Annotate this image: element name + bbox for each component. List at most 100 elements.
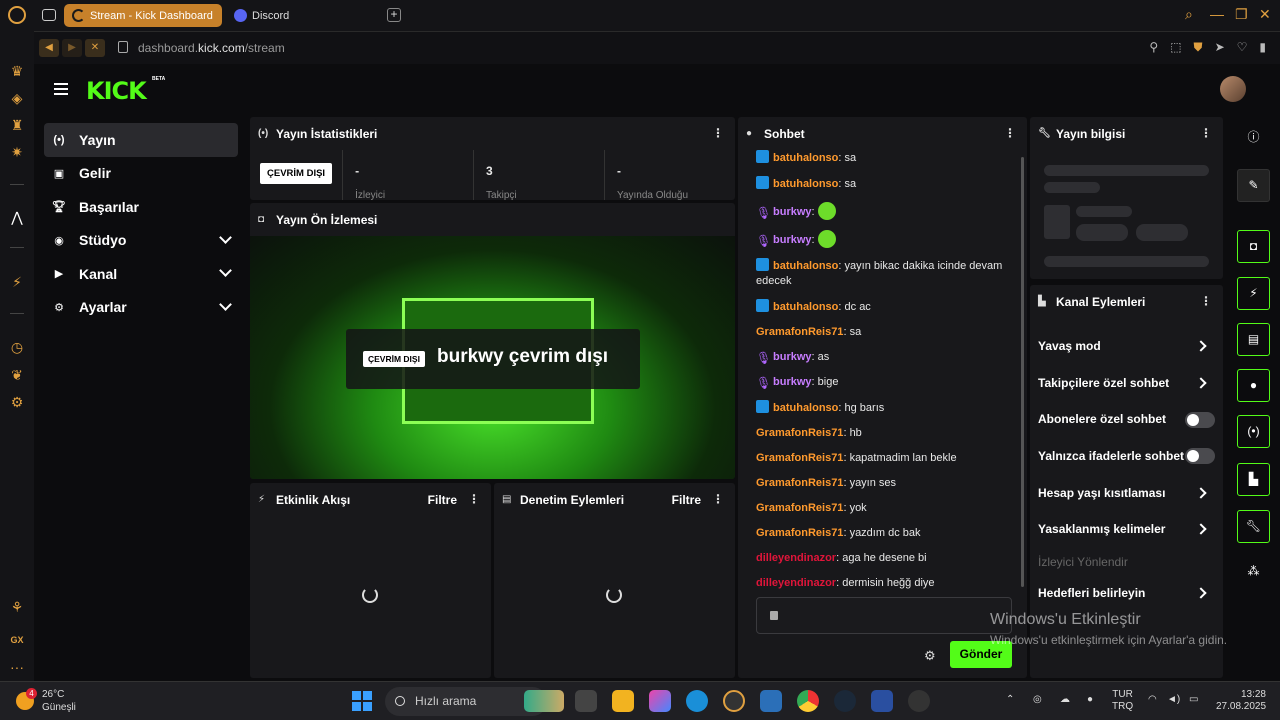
screenshot-icon[interactable]: ⬚: [1170, 40, 1181, 55]
chat-message[interactable]: batuhalonso: sa: [756, 176, 1016, 192]
emotes-only-toggle[interactable]: [1185, 448, 1215, 464]
reload-button[interactable]: ✕: [85, 39, 105, 57]
more-icon[interactable]: ···: [9, 659, 25, 675]
opera-gx-icon[interactable]: [723, 690, 745, 712]
chat-username[interactable]: dilleyendinazor: [756, 577, 836, 589]
app-icon[interactable]: [871, 690, 893, 712]
sidebar-app-icon[interactable]: ⋀: [9, 209, 25, 225]
chat-username[interactable]: burkwy: [773, 206, 812, 218]
chat-message[interactable]: 🎙︎ burkwy: as: [756, 350, 1016, 365]
chevron-up-icon[interactable]: ⌃: [1006, 694, 1014, 706]
chat-message[interactable]: batuhalonso: dc ac: [756, 299, 1016, 315]
filter-button[interactable]: Filtre: [672, 493, 701, 507]
chat-username[interactable]: batuhalonso: [773, 402, 838, 414]
sidebar-item-studyo[interactable]: ◉ Stüdyo: [44, 224, 238, 258]
wifi-icon[interactable]: ◠: [1148, 694, 1157, 706]
chat-input[interactable]: [756, 597, 1012, 634]
chat-username[interactable]: burkwy: [773, 376, 812, 388]
kick-logo[interactable]: KICK: [86, 77, 147, 105]
close-icon[interactable]: ✕: [1259, 6, 1271, 23]
chat-message[interactable]: GramafonReis71: yazdım dc bak: [756, 526, 1016, 541]
more-options-icon[interactable]: ⋮: [712, 126, 724, 140]
more-options-icon[interactable]: ⋮: [1004, 126, 1016, 140]
sidebar-app-icon[interactable]: ⚘: [9, 599, 25, 615]
restore-icon[interactable]: ❐: [1235, 6, 1248, 23]
pin-icon[interactable]: ⚲: [1149, 40, 1158, 55]
chat-message[interactable]: GramafonReis71: sa: [756, 325, 1016, 340]
action-account-age[interactable]: Hesap yaşı kısıtlaması: [1038, 486, 1208, 500]
scrollbar[interactable]: [1021, 157, 1024, 587]
chat-message[interactable]: batuhalonso: hg barıs: [756, 400, 1016, 416]
chat-message[interactable]: GramafonReis71: hb: [756, 426, 1016, 441]
gx-icon[interactable]: GX: [9, 632, 25, 648]
sidebar-item-basarilar[interactable]: 🏆︎ Başarılar: [44, 190, 238, 224]
copilot-icon[interactable]: [649, 690, 671, 712]
cloud-icon[interactable]: ☁: [1060, 694, 1070, 706]
avatar[interactable]: [1220, 76, 1246, 102]
sidebar-app-icon[interactable]: ◈: [9, 90, 25, 106]
chat-username[interactable]: batuhalonso: [773, 301, 838, 313]
chat-username[interactable]: burkwy: [773, 234, 812, 246]
chat-username[interactable]: GramafonReis71: [756, 452, 843, 464]
wrench-icon[interactable]: 🔧︎: [1237, 510, 1270, 543]
chat-username[interactable]: batuhalonso: [773, 178, 838, 190]
sidebar-app-icon[interactable]: ◷: [9, 339, 25, 355]
action-followers-only[interactable]: Takipçilere özel sohbet: [1038, 376, 1208, 390]
edge-icon[interactable]: [686, 690, 708, 712]
widget-image[interactable]: [524, 690, 564, 712]
chat-username[interactable]: burkwy: [773, 351, 812, 363]
tab-kick-dashboard[interactable]: Stream - Kick Dashboard: [64, 4, 222, 27]
camera-icon[interactable]: ◘: [1237, 230, 1270, 263]
volume-icon[interactable]: ◄): [1167, 694, 1180, 706]
heart-icon[interactable]: ♡: [1237, 40, 1248, 55]
action-set-goals[interactable]: Hedefleri belirleyin: [1038, 586, 1208, 600]
start-button[interactable]: [352, 691, 372, 711]
taskbar-search[interactable]: Hızlı arama: [385, 687, 547, 716]
scatter-icon[interactable]: ⁂: [1237, 556, 1270, 589]
more-options-icon[interactable]: ⋮: [712, 492, 724, 506]
layout-icon[interactable]: ▙: [1237, 463, 1270, 496]
action-emotes-only[interactable]: Yalnızca ifadelerle sohbet: [1038, 449, 1208, 463]
gear-icon[interactable]: ⚙: [924, 648, 936, 664]
chat-message[interactable]: GramafonReis71: yok: [756, 501, 1016, 516]
subscribers-only-toggle[interactable]: [1185, 412, 1215, 428]
shield-icon[interactable]: ⛊: [1194, 40, 1203, 55]
sidebar-item-yayin[interactable]: (•) Yayın: [44, 123, 238, 157]
sidebar-app-icon[interactable]: ❦: [9, 367, 25, 383]
tab-island-icon[interactable]: [42, 9, 56, 21]
action-subscribers-only[interactable]: Abonelere özel sohbet: [1038, 412, 1208, 426]
action-banned-words[interactable]: Yasaklanmış kelimeler: [1038, 522, 1208, 536]
chat-message-list[interactable]: batuhalonso: sa batuhalonso: sa 🎙︎ burkwy: …: [756, 150, 1016, 601]
clock[interactable]: 13:28 27.08.2025: [1216, 689, 1266, 713]
more-options-icon[interactable]: ⋮: [468, 492, 480, 506]
broadcast-icon[interactable]: (•): [1237, 415, 1270, 448]
app-icon[interactable]: [908, 690, 930, 712]
app-tray-icon[interactable]: ◎: [1033, 694, 1042, 706]
chat-icon[interactable]: ●: [1237, 369, 1270, 402]
sidebar-app-icon[interactable]: ⚡: [9, 274, 25, 290]
task-view-icon[interactable]: [575, 690, 597, 712]
search-icon[interactable]: ⌕: [1185, 6, 1193, 23]
chat-message[interactable]: 🎙︎ burkwy:: [756, 230, 1016, 248]
chat-username[interactable]: GramafonReis71: [756, 527, 843, 539]
sidebar-app-icon[interactable]: ✷: [9, 144, 25, 160]
sidebar-item-ayarlar[interactable]: ⚙ Ayarlar: [44, 291, 238, 325]
weather-widget[interactable]: 4 26°C Güneşli: [16, 688, 76, 714]
stream-preview[interactable]: ÇEVRİM DIŞI burkwy çevrim dışı: [250, 236, 735, 479]
forward-button[interactable]: ▶: [62, 39, 82, 57]
chat-message[interactable]: dilleyendinazor: aga he desene bi: [756, 551, 1016, 566]
sidebar-app-icon[interactable]: ♜: [9, 117, 25, 133]
language-indicator[interactable]: TUR TRQ: [1112, 689, 1133, 713]
back-button[interactable]: ◀: [39, 39, 59, 57]
store-icon[interactable]: [760, 690, 782, 712]
chat-username[interactable]: GramafonReis71: [756, 477, 843, 489]
info-icon[interactable]: ⓘ: [1237, 122, 1270, 155]
steam-icon[interactable]: [834, 690, 856, 712]
chat-username[interactable]: GramafonReis71: [756, 326, 843, 338]
chat-message[interactable]: batuhalonso: sa: [756, 150, 1016, 166]
sidebar-item-kanal[interactable]: ▶ Kanal: [44, 257, 238, 291]
url-field[interactable]: dashboard.kick.com/stream: [138, 41, 285, 55]
chat-message[interactable]: dilleyendinazor: dermisin heğğ diye: [756, 576, 1016, 591]
send-icon[interactable]: ➤: [1215, 40, 1225, 55]
chat-message[interactable]: GramafonReis71: yayın ses: [756, 476, 1016, 491]
